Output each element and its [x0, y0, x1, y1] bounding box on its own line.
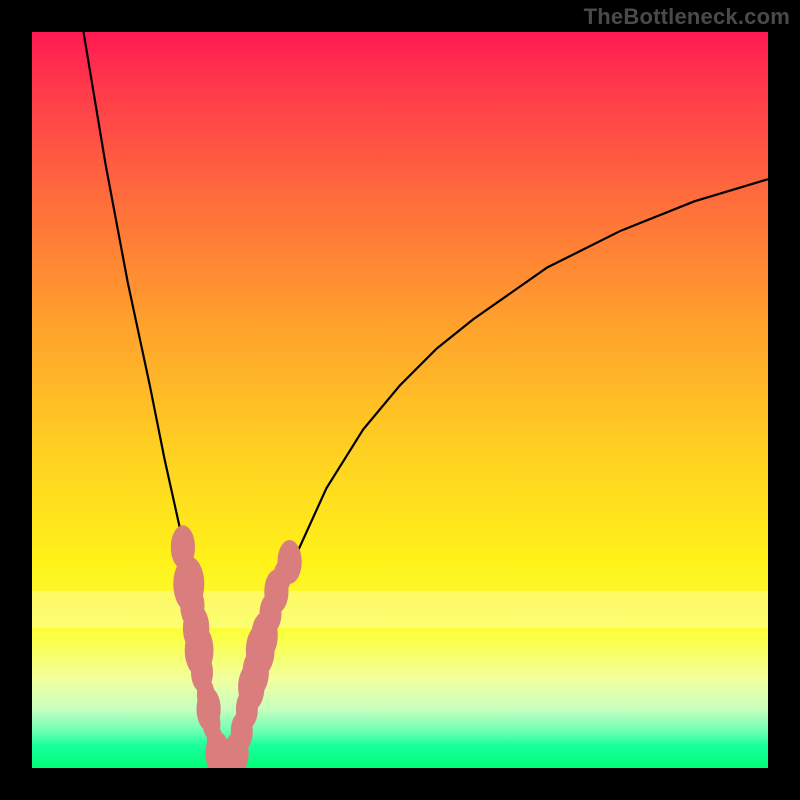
watermark-text: TheBottleneck.com — [584, 4, 790, 30]
curve-layer — [32, 32, 768, 768]
chart-frame: TheBottleneck.com — [0, 0, 800, 800]
data-marker — [278, 540, 302, 584]
data-markers — [171, 525, 302, 768]
plot-area — [32, 32, 768, 768]
